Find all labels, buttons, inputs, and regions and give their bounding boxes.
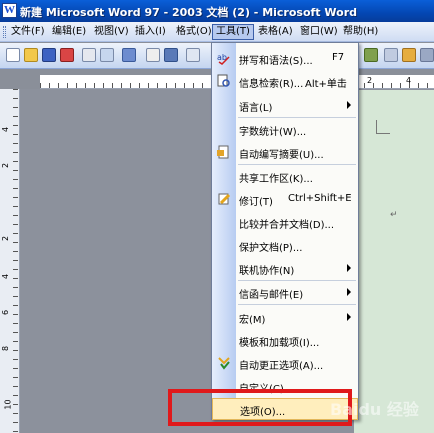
menu-help[interactable]: 帮助(H) xyxy=(340,24,381,40)
new-document-icon[interactable] xyxy=(6,48,20,62)
document-page[interactable]: ↵ xyxy=(354,90,434,433)
menu-item-label: 自动编写摘要(U)... xyxy=(239,150,324,161)
menu-item-online-collaboration[interactable]: 联机协作(N) xyxy=(212,257,358,279)
title-bar: W 新建 Microsoft Word 97 - 2003 文档 (2) - M… xyxy=(0,0,434,22)
word-app-icon[interactable]: W xyxy=(2,3,17,18)
menu-view[interactable]: 视图(V) xyxy=(91,24,132,40)
save-icon[interactable] xyxy=(42,48,56,62)
track-changes-icon xyxy=(217,192,231,206)
document-map-icon[interactable] xyxy=(420,48,434,62)
ruler-number: 2 xyxy=(1,162,11,169)
ruler-number: 4 xyxy=(406,76,412,85)
menu-item-label: 联机协作(N) xyxy=(239,266,295,277)
autocorrect-icon xyxy=(217,356,231,370)
research-icon[interactable] xyxy=(146,48,160,62)
menu-item-letters-mailings[interactable]: 信函与邮件(E) xyxy=(212,281,358,303)
menu-file[interactable]: 文件(F) xyxy=(8,24,48,40)
vertical-ruler[interactable]: 4 2 2 4 6 8 10 xyxy=(0,89,20,433)
menu-item-compare-merge[interactable]: 比较并合并文档(D)... xyxy=(212,211,358,233)
menu-item-spelling-grammar[interactable]: ab 拼写和语法(S)... F7 xyxy=(212,47,358,69)
menu-item-shortcut: Ctrl+Shift+E xyxy=(288,193,352,204)
ruler-number: 8 xyxy=(1,345,11,352)
menu-item-label: 模板和加载项(I)... xyxy=(239,338,320,349)
ruler-number: 4 xyxy=(1,126,11,133)
permission-icon[interactable] xyxy=(60,48,74,62)
menu-item-label: 自动更正选项(A)... xyxy=(239,361,324,372)
menu-window[interactable]: 窗口(W) xyxy=(297,24,341,40)
watermark-text: Baidu 经验 xyxy=(330,400,419,419)
menu-item-label: 拼写和语法(S)... xyxy=(239,56,313,67)
open-folder-icon[interactable] xyxy=(24,48,38,62)
menu-tools[interactable]: 工具(T) xyxy=(212,24,254,40)
menu-item-word-count[interactable]: 字数统计(W)... xyxy=(212,118,358,140)
menu-bar: 文件(F) 编辑(E) 视图(V) 插入(I) 格式(O) 工具(T) 表格(A… xyxy=(0,22,434,42)
insert-table-icon[interactable] xyxy=(364,48,378,62)
menu-item-label: 共享工作区(K)... xyxy=(239,174,313,185)
menu-item-research[interactable]: 信息检索(R)... Alt+单击 xyxy=(212,70,358,92)
drawing-icon[interactable] xyxy=(402,48,416,62)
autosummarize-icon xyxy=(217,145,231,159)
submenu-arrow-icon xyxy=(347,101,351,109)
menu-table[interactable]: 表格(A) xyxy=(255,24,296,40)
ruler-number: 2 xyxy=(1,235,11,242)
menu-item-label: 宏(M) xyxy=(239,315,266,326)
menu-format[interactable]: 格式(O) xyxy=(173,24,215,40)
window-title: 新建 Microsoft Word 97 - 2003 文档 (2) - Mic… xyxy=(20,6,357,19)
menu-item-shortcut: Alt+单击 xyxy=(305,79,347,90)
menu-item-track-changes[interactable]: 修订(T) Ctrl+Shift+E xyxy=(212,188,358,210)
menu-item-autosummarize[interactable]: 自动编写摘要(U)... xyxy=(212,141,358,163)
menu-item-label: 语言(L) xyxy=(239,103,273,114)
cut-icon[interactable] xyxy=(186,48,200,62)
menu-item-templates-addins[interactable]: 模板和加载项(I)... xyxy=(212,329,358,351)
submenu-arrow-icon xyxy=(347,313,351,321)
menu-item-language[interactable]: 语言(L) xyxy=(212,94,358,116)
spelling-icon: ab xyxy=(217,51,231,65)
print-preview-icon[interactable] xyxy=(100,48,114,62)
submenu-arrow-icon xyxy=(347,288,351,296)
menu-separator xyxy=(238,304,356,305)
menu-item-autocorrect-options[interactable]: 自动更正选项(A)... xyxy=(212,352,358,374)
spelling-icon[interactable] xyxy=(122,48,136,62)
menu-item-label: 修订(T) xyxy=(239,197,273,208)
menu-item-protect-document[interactable]: 保护文档(P)... xyxy=(212,234,358,256)
menu-item-shared-workspace[interactable]: 共享工作区(K)... xyxy=(212,165,358,187)
menu-edit[interactable]: 编辑(E) xyxy=(49,24,89,40)
menu-item-label: 信函与邮件(E) xyxy=(239,290,304,301)
print-icon[interactable] xyxy=(82,48,96,62)
menu-insert[interactable]: 插入(I) xyxy=(132,24,169,40)
menubar-grip-handle[interactable] xyxy=(3,26,6,38)
paragraph-mark: ↵ xyxy=(390,210,398,220)
menu-item-label: 保护文档(P)... xyxy=(239,243,303,254)
menu-item-label: 字数统计(W)... xyxy=(239,127,307,138)
red-highlight-box xyxy=(168,389,352,426)
ruler-number: 4 xyxy=(1,273,11,280)
research-icon xyxy=(217,74,231,88)
baidu-jingyan-watermark: Baidu 经验 xyxy=(330,388,434,428)
menu-item-macro[interactable]: 宏(M) xyxy=(212,306,358,328)
ruler-ticks xyxy=(13,89,18,433)
menu-item-label: 比较并合并文档(D)... xyxy=(239,220,335,231)
submenu-arrow-icon xyxy=(347,264,351,272)
margin-corner-mark xyxy=(376,120,390,134)
menu-item-shortcut: F7 xyxy=(332,52,345,63)
autocorrect-icon[interactable] xyxy=(164,48,178,62)
ruler-number: 2 xyxy=(367,76,373,85)
ruler-number: 6 xyxy=(1,309,11,316)
menu-item-label: 信息检索(R)... xyxy=(239,79,304,90)
ruler-number: 10 xyxy=(3,399,13,410)
columns-icon[interactable] xyxy=(384,48,398,62)
tools-menu-dropdown: ab 拼写和语法(S)... F7 信息检索(R)... Alt+单击 语言(L… xyxy=(211,42,359,420)
